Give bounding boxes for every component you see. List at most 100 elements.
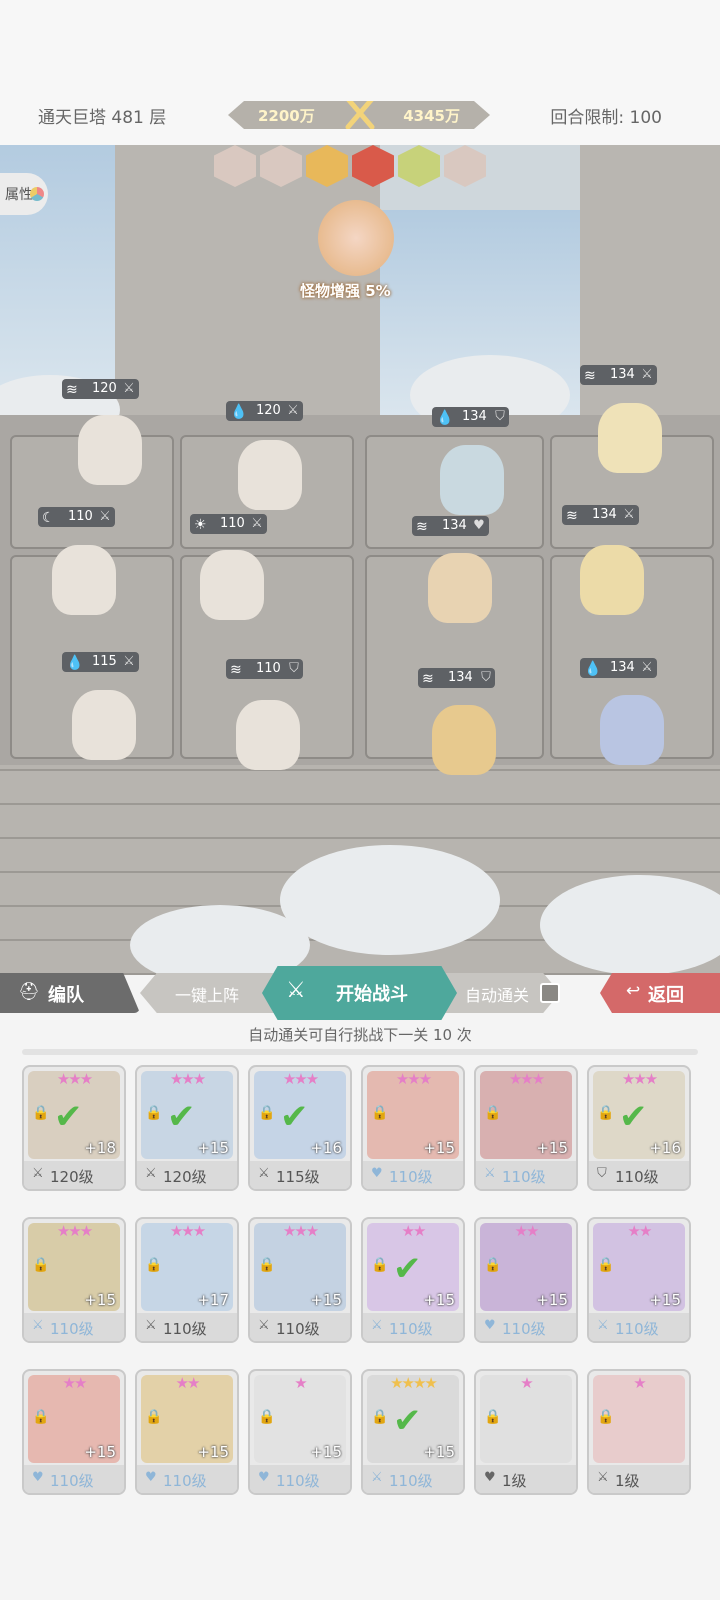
hero-card[interactable]: ★★★★ 🔒 ✔ +15 ⚔ 110级 [361,1369,465,1495]
sword-icon: ⚔ [258,1166,270,1181]
wind-icon: ≋ [566,508,578,524]
hero-card[interactable]: ★★★ 🔒 ✔ +15 ⚔ 120级 [135,1065,239,1191]
hero-card[interactable]: ★★ 🔒 +15 ♥ 110级 [22,1369,126,1495]
hero-card[interactable]: ★★★ 🔒 +15 ♥ 110级 [361,1065,465,1191]
enhance-level: +15 [536,1139,568,1157]
shield-icon: ⛉ [495,409,505,424]
star-rating: ★★★ [508,1070,545,1088]
card-footer: ♥ 110级 [24,1465,124,1493]
lock-icon: 🔒 [597,1257,615,1273]
sword-icon: ⚔ [484,1166,496,1181]
sword-icon: ⚔ [623,507,635,522]
enemy-unit[interactable] [432,705,496,775]
enemy-tag: 💧 134 ⚔ [580,658,657,678]
wind-icon: ≋ [416,519,428,535]
enhance-level: +18 [84,1139,116,1157]
hero-card[interactable]: ★★★ 🔒 +15 ⚔ 110级 [248,1217,352,1343]
card-footer: ♥ 110级 [476,1313,576,1341]
star-rating: ★★★ [169,1222,206,1240]
card-footer: ⚔ 110级 [24,1313,124,1341]
ally-unit[interactable] [78,415,142,485]
hero-level: 120级 [50,1168,94,1186]
hero-card[interactable]: ★★ 🔒 +15 ♥ 110级 [135,1369,239,1495]
star-rating: ★★ [514,1222,540,1240]
auto-clear-label: 自动通关 [465,986,530,1005]
hero-card[interactable]: ★★★ 🔒 ✔ +16 ⛉ 110级 [587,1065,691,1191]
hero-card[interactable]: ★★★ 🔒 +15 ⚔ 110级 [22,1217,126,1343]
crossed-swords-icon [343,93,377,133]
enemy-portrait[interactable] [214,145,256,187]
sword-icon: ⚔ [145,1166,157,1181]
hero-card[interactable]: ★ 🔒 ⚔ 1级 [587,1369,691,1495]
ally-unit[interactable] [200,550,264,620]
ally-unit[interactable] [238,440,302,510]
enemy-portrait[interactable] [398,145,440,187]
auto-clear-checkbox[interactable] [540,983,560,1003]
ally-unit[interactable] [52,545,116,615]
ally-tag: 💧 120 ⚔ [226,401,303,421]
hero-level: 110级 [50,1320,94,1338]
lock-icon: 🔒 [145,1409,163,1425]
enemy-portrait[interactable] [306,145,348,187]
heart-icon: ♥ [484,1470,496,1485]
enemy-unit[interactable] [600,695,664,765]
water-drop-icon: 💧 [66,655,84,671]
water-drop-icon: 💧 [436,410,454,426]
attribute-button[interactable]: 属性 [0,173,48,215]
quick-deploy-button[interactable]: 一键上阵 [175,982,239,1006]
heart-icon: ♥ [473,518,485,533]
team-button[interactable]: ⛑ 编队 [0,973,140,1013]
enemy-portrait[interactable] [444,145,486,187]
star-rating: ★ [633,1374,646,1392]
hero-card[interactable]: ★★★ 🔒 +17 ⚔ 110级 [135,1217,239,1343]
back-button[interactable]: ↩ 返回 [600,973,720,1013]
start-battle-label: 开始战斗 [336,984,408,1005]
sun-icon: ☀ [194,517,207,533]
enhance-level: +15 [84,1291,116,1309]
enemy-tag: ≋ 134 ⚔ [580,365,657,385]
hero-card[interactable]: ★★ 🔒 +15 ⚔ 110级 [587,1217,691,1343]
start-battle-button[interactable]: ⚔ 开始战斗 [262,966,457,1020]
ally-tag: ≋ 110 ⛉ [226,659,303,679]
enemy-unit[interactable] [580,545,644,615]
ally-unit[interactable] [236,700,300,770]
enhance-level: +15 [310,1291,342,1309]
hero-card[interactable]: ★ 🔒 +15 ♥ 110级 [248,1369,352,1495]
sword-icon: ⚔ [32,1166,44,1181]
water-drop-icon: 💧 [584,661,602,677]
return-arrow-icon: ↩ [626,981,641,1001]
boss-buff-icon[interactable] [318,200,394,276]
hero-card[interactable]: ★★ 🔒 ✔ +15 ⚔ 110级 [361,1217,465,1343]
enemy-portrait[interactable] [352,145,394,187]
hero-level: 110级 [389,1320,433,1338]
hero-card[interactable]: ★★ 🔒 +15 ♥ 110级 [474,1217,578,1343]
star-rating: ★★ [627,1222,653,1240]
lock-icon: 🔒 [145,1257,163,1273]
hero-card[interactable]: ★★★ 🔒 ✔ +16 ⚔ 115级 [248,1065,352,1191]
team-power: 2200万 [258,107,315,125]
hero-card[interactable]: ★ 🔒 ♥ 1级 [474,1369,578,1495]
enemy-portrait[interactable] [260,145,302,187]
enhance-level: +16 [649,1139,681,1157]
hero-card[interactable]: ★★★ 🔒 +15 ⚔ 110级 [474,1065,578,1191]
monster-buff-text: 怪物增强 5% [300,282,391,300]
hero-card[interactable]: ★★★ 🔒 ✔ +18 ⚔ 120级 [22,1065,126,1191]
lock-icon: 🔒 [371,1409,389,1425]
hero-level: 110级 [615,1320,659,1338]
enhance-level: +15 [197,1139,229,1157]
enemy-tag: ≋ 134 ♥ [412,516,489,536]
enemy-tag: ≋ 134 ⚔ [562,505,639,525]
card-footer: ⚔ 110级 [363,1313,463,1341]
lock-icon: 🔒 [484,1105,502,1121]
lock-icon: 🔒 [597,1409,615,1425]
wind-icon: ≋ [66,382,78,398]
enemy-unit[interactable] [598,403,662,473]
ally-unit[interactable] [72,690,136,760]
ally-tag: ☾ 110 ⚔ [38,507,115,527]
star-rating: ★★★ [169,1070,206,1088]
enemy-unit[interactable] [428,553,492,623]
ally-tag: ≋ 120 ⚔ [62,379,139,399]
enemy-unit[interactable] [440,445,504,515]
battle-controls: ⛑ 编队 一键上阵 ⚔ 开始战斗 自动通关 ↩ 返回 [0,960,720,1020]
attribute-label: 属性 [5,187,33,203]
